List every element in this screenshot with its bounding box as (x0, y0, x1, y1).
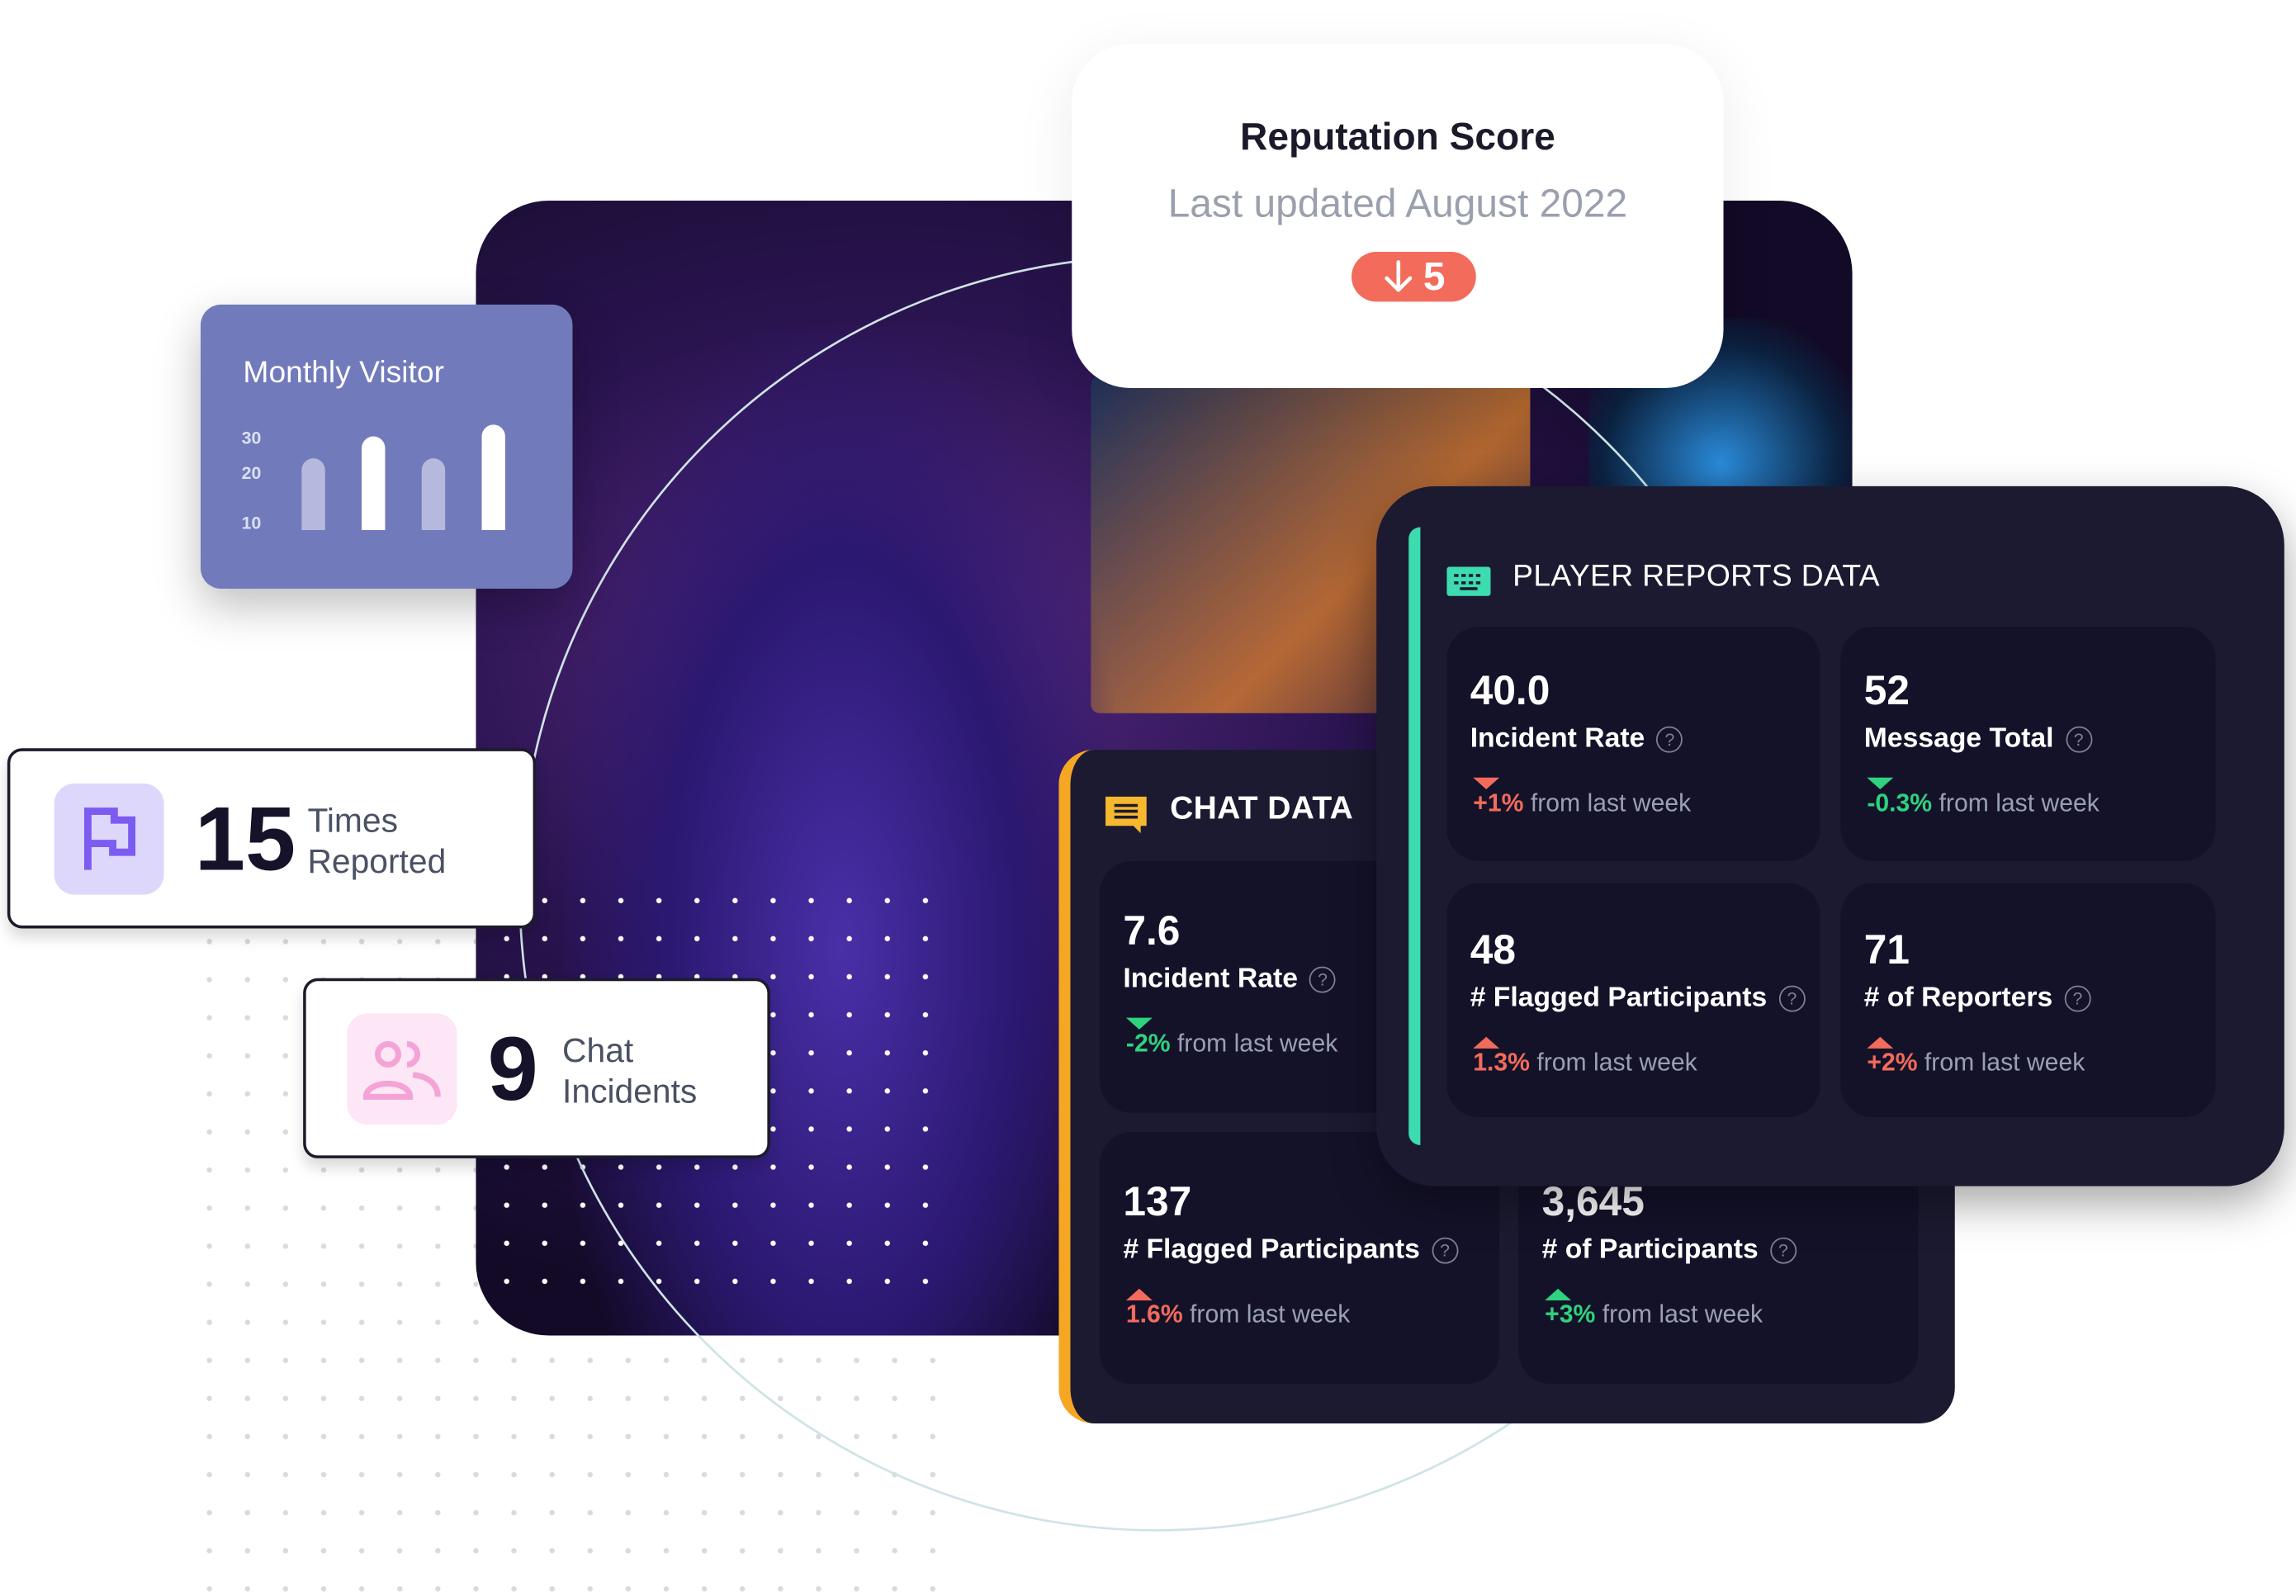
metric-label: Incident Rate? (1470, 723, 1683, 755)
metric-change: +2% from last week (1867, 1048, 2085, 1077)
triangle-up-icon (1473, 1036, 1500, 1049)
chart-bar (362, 436, 386, 531)
metric-change: 1.3% from last week (1473, 1048, 1697, 1077)
tick-label: 20 (241, 462, 262, 484)
chart-bar (301, 458, 325, 531)
metric-value: 137 (1123, 1178, 1192, 1224)
chart-bar (481, 424, 505, 531)
chart-bar (421, 458, 446, 531)
metric-value: 71 (1863, 926, 1910, 973)
reputation-change-badge: 5 (1352, 252, 1476, 302)
metric-tile: 40.0 Incident Rate? +1% from last week (1446, 627, 1820, 861)
metric-change: 1.6% from last week (1125, 1300, 1351, 1328)
chat-incidents-value: 9 (487, 1019, 538, 1120)
metric-label: # of Participants? (1542, 1234, 1797, 1267)
triangle-up-icon (1545, 1288, 1572, 1300)
arrow-down-icon (1385, 260, 1413, 292)
stage: Reputation Score Last updated August 202… (0, 0, 2296, 1596)
player-reports-title: PLAYER REPORTS DATA (1513, 559, 1880, 594)
reputation-card: Reputation Score Last updated August 202… (1072, 44, 1724, 389)
reputation-change-value: 5 (1423, 253, 1446, 298)
times-reported-label: Times Reported (307, 801, 447, 880)
metric-tile: 71 # of Reporters? +2% from last week (1840, 883, 2216, 1118)
triangle-up-icon (1125, 1288, 1153, 1300)
tick-label: 10 (241, 512, 262, 533)
accent-bar (1408, 527, 1421, 1145)
chat-incidents-label: Chat Incidents (562, 1030, 698, 1111)
triangle-down-icon (1867, 777, 1894, 789)
help-icon[interactable]: ? (2064, 985, 2091, 1012)
metric-value: 52 (1863, 667, 1910, 713)
help-icon[interactable]: ? (1769, 1237, 1797, 1264)
flag-icon-box (54, 783, 164, 895)
reputation-title: Reputation Score (1240, 114, 1555, 159)
metric-change: +1% from last week (1473, 789, 1692, 817)
chat-incidents-card: 9 Chat Incidents (303, 978, 770, 1158)
metric-label: Message Total? (1864, 723, 2092, 755)
tick-label: 30 (241, 427, 262, 448)
users-icon-box (347, 1013, 457, 1125)
metric-value: 48 (1470, 926, 1516, 973)
metric-tile: 52 Message Total? -0.3% from last week (1840, 627, 2216, 861)
chat-data-title: CHAT DATA (1170, 789, 1354, 826)
times-reported-value: 15 (194, 789, 296, 891)
users-icon (362, 1041, 440, 1100)
metric-label: Incident Rate? (1123, 964, 1337, 996)
metric-value: 7.6 (1123, 907, 1181, 954)
help-icon[interactable]: ? (2065, 726, 2092, 753)
metric-change: -2% from last week (1125, 1029, 1338, 1058)
player-reports-panel: PLAYER REPORTS DATA 40.0 Incident Rate? … (1376, 485, 2284, 1186)
help-icon[interactable]: ? (1778, 985, 1806, 1012)
help-icon[interactable]: ? (1432, 1237, 1459, 1264)
monthly-visitor-title: Monthly Visitor (243, 355, 445, 390)
metric-label: # Flagged Participants? (1470, 983, 1806, 1015)
metric-label: # of Reporters? (1864, 983, 2091, 1015)
times-reported-card: 15 Times Reported (7, 748, 537, 929)
triangle-down-icon (1473, 777, 1500, 789)
chat-icon (1105, 796, 1147, 834)
metric-tile: 48 # Flagged Participants? 1.3% from las… (1446, 883, 1820, 1118)
keyboard-icon (1446, 566, 1491, 596)
flag-icon (83, 807, 135, 870)
triangle-down-icon (1125, 1017, 1153, 1030)
triangle-up-icon (1867, 1036, 1894, 1049)
metric-label: # Flagged Participants? (1123, 1234, 1459, 1267)
help-icon[interactable]: ? (1656, 726, 1683, 753)
reputation-subtitle: Last updated August 2022 (1167, 181, 1628, 226)
metric-value: 40.0 (1470, 667, 1550, 713)
help-icon[interactable]: ? (1309, 966, 1337, 993)
metric-change: -0.3% from last week (1867, 789, 2100, 817)
monthly-visitor-card: Monthly Visitor 30 20 10 (200, 304, 573, 589)
metric-change: +3% from last week (1545, 1300, 1763, 1328)
